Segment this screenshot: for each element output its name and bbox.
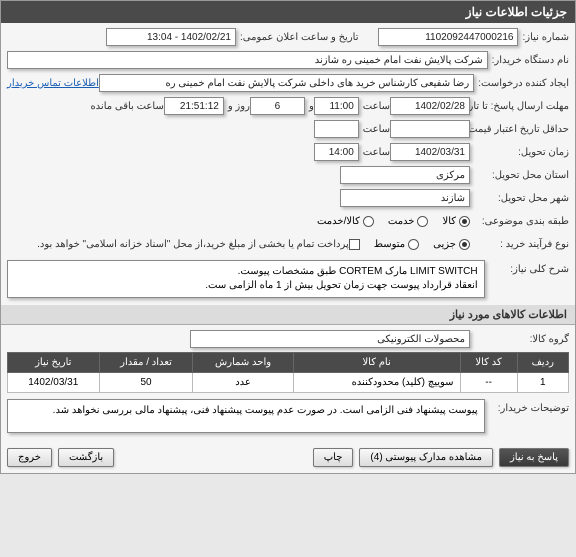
radio-label: کالا/خدمت	[317, 216, 360, 227]
time-label-1: ساعت	[363, 101, 390, 112]
cell-qty: 50	[99, 373, 193, 393]
cell-row: 1	[517, 373, 568, 393]
purchase-type-radio-group: جزیی متوسط	[374, 239, 470, 250]
radio-label: کالا	[442, 216, 456, 227]
main-header: جزئیات اطلاعات نیاز	[1, 1, 575, 23]
deadline-label: مهلت ارسال پاسخ: تا تاریخ:	[474, 101, 569, 112]
remaining-time-field: 21:51:12	[164, 97, 224, 115]
radio-icon	[408, 239, 419, 250]
respond-button[interactable]: پاسخ به نیاز	[499, 448, 569, 467]
delivery-city-field: شازند	[340, 189, 470, 207]
th-name: نام کالا	[293, 353, 460, 373]
buyer-notes-label: توضیحات خریدار:	[489, 399, 569, 414]
deadline-time-field: 11:00	[314, 97, 359, 115]
cell-date: 1402/03/31	[8, 373, 100, 393]
attachments-button[interactable]: مشاهده مدارک پیوستی (4)	[359, 448, 493, 467]
th-row: ردیف	[517, 353, 568, 373]
print-button[interactable]: چاپ	[313, 448, 354, 467]
public-announce-label: تاریخ و ساعت اعلان عمومی:	[240, 32, 359, 43]
table-row: 1 -- سوییچ (کلید) محدودکننده عدد 50 1402…	[8, 373, 569, 393]
th-qty: تعداد / مقدار	[99, 353, 193, 373]
delivery-province-field: مرکزی	[340, 166, 470, 184]
requester-label: ایجاد کننده درخواست:	[478, 78, 569, 89]
payment-note: پرداخت تمام یا بخشی از مبلغ خرید،از محل …	[37, 239, 349, 250]
category-label: طبقه بندی موضوعی:	[474, 216, 569, 227]
buyer-org-field: شرکت پالایش نفت امام خمینی ره شازند	[7, 51, 488, 69]
radio-label: متوسط	[374, 239, 405, 250]
exit-button[interactable]: خروج	[7, 448, 52, 467]
validity-time-field	[314, 120, 359, 138]
buyer-notes-box: پیوست پیشنهاد فنی الزامی است. در صورت عد…	[7, 399, 485, 433]
radio-label: جزیی	[433, 239, 456, 250]
th-date: تاریخ نیاز	[8, 353, 100, 373]
need-number-label: شماره نیاز:	[522, 32, 569, 43]
buyer-org-label: نام دستگاه خریدار:	[492, 55, 569, 66]
deadline-date-field: 1402/02/28	[390, 97, 470, 115]
description-box: LIMIT SWITCH مارک CORTEM طبق مشخصات پیوس…	[7, 260, 485, 298]
radio-label: خدمت	[388, 216, 415, 227]
purchase-type-label: نوع فرآیند خرید :	[474, 239, 569, 250]
need-number-field: 1102092447000216	[378, 28, 518, 46]
items-table: ردیف کد کالا نام کالا واحد شمارش تعداد /…	[7, 352, 569, 393]
group-field: محصولات الکترونیکی	[190, 330, 470, 348]
payment-checkbox[interactable]	[349, 239, 360, 250]
validity-date-field	[390, 120, 470, 138]
radio-icon	[363, 216, 374, 227]
radio-goods[interactable]: کالا	[442, 216, 470, 227]
group-label: گروه کالا:	[474, 334, 569, 345]
radio-service[interactable]: خدمت	[388, 216, 429, 227]
public-announce-field: 1402/02/21 - 13:04	[106, 28, 236, 46]
th-unit: واحد شمارش	[193, 353, 293, 373]
days-field: 6	[250, 97, 305, 115]
remaining-label: ساعت باقی مانده	[90, 101, 163, 112]
time-label-2: ساعت	[363, 124, 390, 135]
delivery-time-field: 14:00	[314, 143, 359, 161]
radio-medium[interactable]: متوسط	[374, 239, 419, 250]
and-label: و	[309, 101, 314, 112]
time-label-3: ساعت	[363, 147, 390, 158]
cell-name: سوییچ (کلید) محدودکننده	[293, 373, 460, 393]
delivery-date-label: زمان تحویل:	[474, 147, 569, 158]
th-code: کد کالا	[460, 353, 517, 373]
cell-unit: عدد	[193, 373, 293, 393]
validity-label: حداقل تاریخ اعتبار قیمت: تا تاریخ:	[474, 124, 569, 135]
description-label: شرح کلی نیاز:	[489, 260, 569, 275]
delivery-province-label: استان محل تحویل:	[474, 170, 569, 181]
contact-link[interactable]: اطلاعات تماس خریدار	[7, 78, 99, 89]
radio-icon	[459, 216, 470, 227]
radio-both[interactable]: کالا/خدمت	[317, 216, 374, 227]
radio-icon	[459, 239, 470, 250]
back-button[interactable]: بازگشت	[58, 448, 114, 467]
category-radio-group: کالا خدمت کالا/خدمت	[317, 216, 470, 227]
cell-code: --	[460, 373, 517, 393]
items-section-title: اطلاعات کالاهای مورد نیاز	[1, 305, 575, 325]
requester-field: رضا شفیعی کارشناس خرید های داخلی شرکت پا…	[99, 74, 474, 92]
delivery-date-field: 1402/03/31	[390, 143, 470, 161]
radio-icon	[417, 216, 428, 227]
days-label: روز و	[228, 101, 250, 112]
delivery-city-label: شهر محل تحویل:	[474, 193, 569, 204]
radio-minor[interactable]: جزیی	[433, 239, 470, 250]
